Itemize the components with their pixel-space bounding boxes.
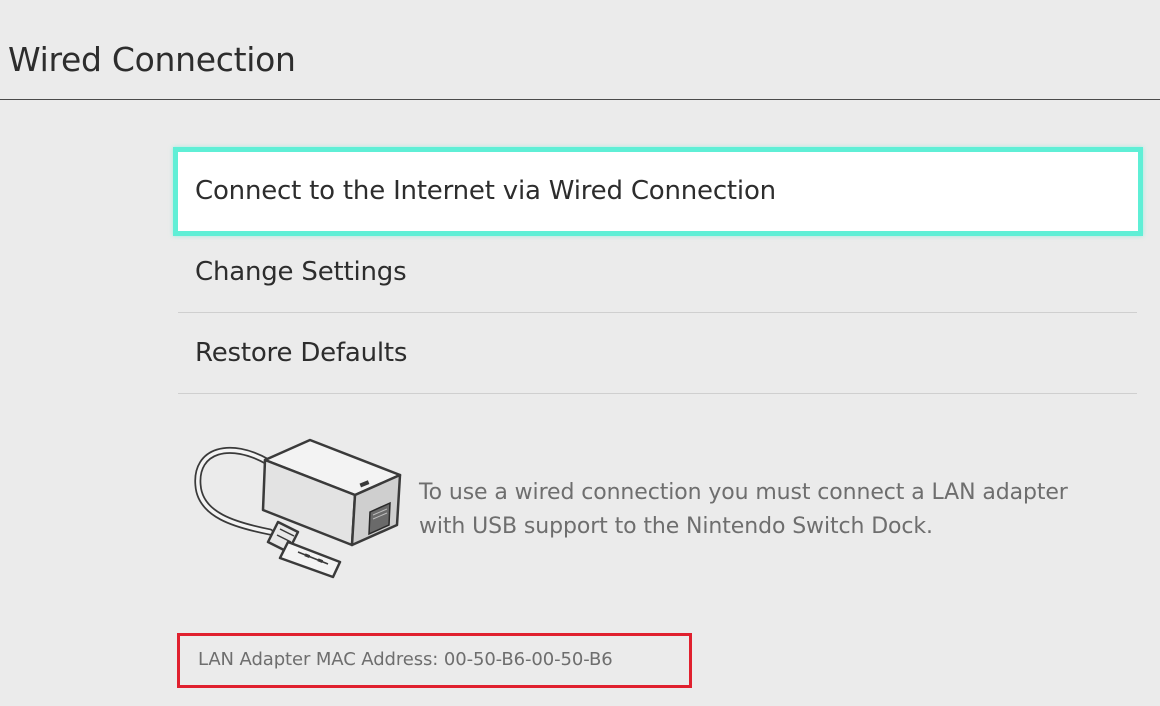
header: Wired Connection <box>0 0 1160 100</box>
adapter-instructions-line-2: with USB support to the Nintendo Switch … <box>419 514 933 539</box>
change-settings-button[interactable]: Change Settings <box>178 232 1137 313</box>
mac-address-label: LAN Adapter MAC Address: 00-50-B6-00-50-… <box>198 649 613 670</box>
connect-wired-button[interactable]: Connect to the Internet via Wired Connec… <box>173 147 1143 236</box>
adapter-instructions: To use a wired connection you must conne… <box>419 476 1139 544</box>
restore-defaults-button[interactable]: Restore Defaults <box>178 313 1137 394</box>
page-title: Wired Connection <box>8 40 296 79</box>
adapter-instructions-line-1: To use a wired connection you must conne… <box>419 480 1068 505</box>
lan-adapter-icon <box>190 430 410 580</box>
